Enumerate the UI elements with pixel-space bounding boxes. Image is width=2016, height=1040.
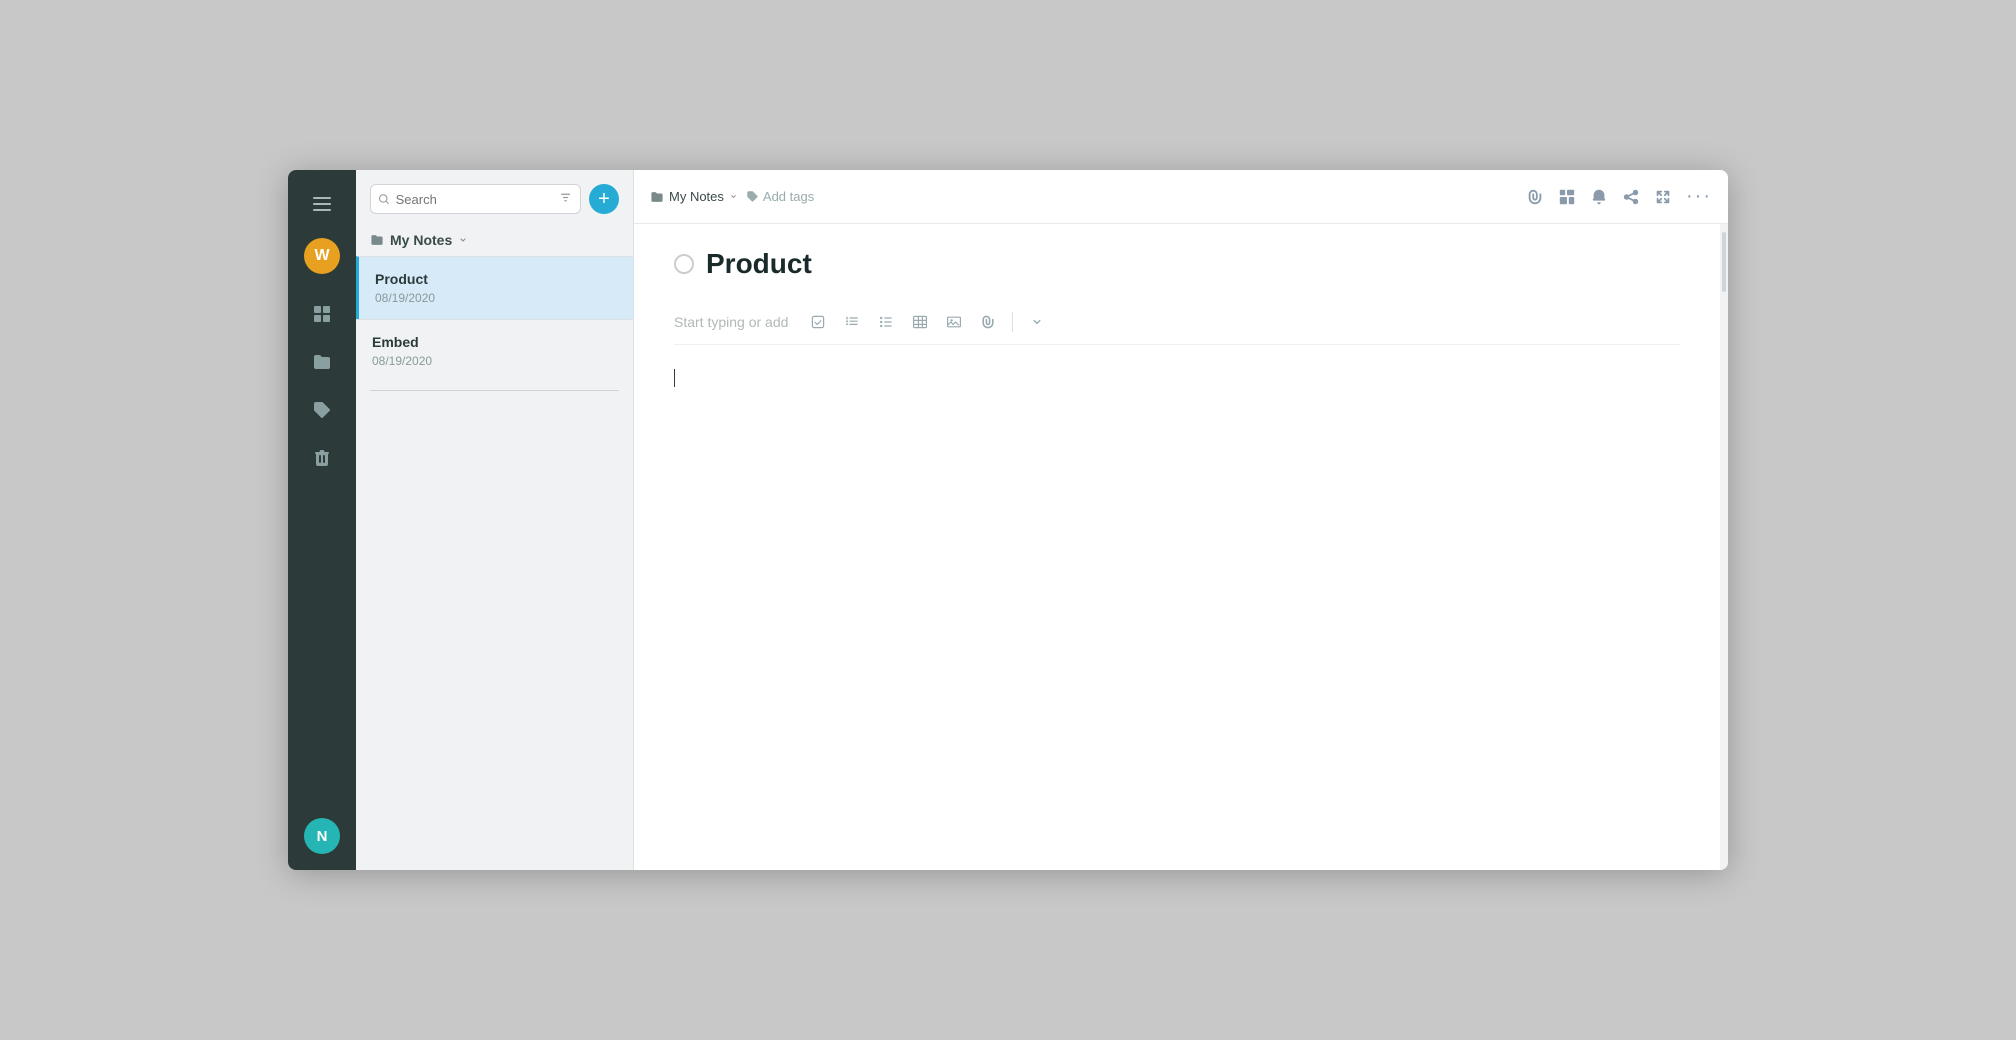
sidebar-item-tags[interactable] — [302, 390, 342, 430]
image-toolbar-btn[interactable] — [940, 308, 968, 336]
notifications-button[interactable] — [1590, 188, 1608, 206]
attachment-icon — [980, 314, 996, 330]
add-note-button[interactable]: + — [589, 184, 619, 214]
search-box[interactable] — [370, 184, 581, 214]
folder-name: My Notes — [390, 232, 452, 248]
app-window: W — [288, 170, 1728, 870]
folder-nav-icon — [312, 352, 332, 372]
checkbox-icon — [810, 314, 826, 330]
filter-icon[interactable] — [559, 191, 572, 207]
user-avatar[interactable]: N — [304, 818, 340, 854]
checkbox-toolbar-btn[interactable] — [804, 308, 832, 336]
workspace-avatar[interactable]: W — [304, 238, 340, 274]
tag-small-icon — [746, 190, 759, 203]
note-title-area: Product — [674, 248, 1680, 280]
editor-toolbar: Start typing or add 1. 2. — [674, 300, 1680, 345]
toolbar-separator — [1012, 312, 1013, 332]
editor-placeholder: Start typing or add — [674, 314, 788, 330]
attachment-button[interactable] — [1526, 188, 1544, 206]
trash-icon — [312, 448, 332, 468]
notes-divider — [370, 390, 619, 391]
sidebar-item-trash[interactable] — [302, 438, 342, 478]
note-main-title[interactable]: Product — [706, 248, 1680, 280]
sidebar-item-folder[interactable] — [302, 342, 342, 382]
image-icon — [946, 314, 962, 330]
search-input[interactable] — [396, 192, 553, 207]
sidebar-item-grid[interactable] — [302, 294, 342, 334]
editor-content[interactable]: Product Start typing or add — [634, 224, 1720, 870]
note-title: Product — [375, 271, 617, 287]
add-tags-button[interactable]: Add tags — [746, 189, 814, 204]
grid-view-button[interactable] — [1558, 188, 1576, 206]
note-item-embed[interactable]: Embed 08/19/2020 — [356, 319, 633, 382]
editor-body[interactable] — [674, 353, 1680, 653]
sidebar-nav: W — [288, 170, 356, 870]
expand-button[interactable] — [1654, 188, 1672, 206]
add-tags-label: Add tags — [763, 189, 814, 204]
note-title: Embed — [372, 334, 617, 350]
breadcrumb[interactable]: My Notes — [650, 189, 738, 204]
grid-icon — [312, 304, 332, 324]
unordered-list-icon — [878, 314, 894, 330]
nav-bottom: N — [304, 818, 340, 854]
search-icon — [379, 193, 390, 206]
breadcrumb-chevron-icon — [729, 192, 738, 201]
share-button[interactable] — [1622, 188, 1640, 206]
note-item-product[interactable]: Product 08/19/2020 — [356, 256, 633, 319]
unordered-list-toolbar-btn[interactable] — [872, 308, 900, 336]
ordered-list-toolbar-btn[interactable]: 1. 2. 3. — [838, 308, 866, 336]
notes-panel: + My Notes Product 08/19/2020 Embed 08/1… — [356, 170, 634, 870]
table-icon — [912, 314, 928, 330]
more-toolbar-btn[interactable] — [1023, 308, 1051, 336]
nav-top: W — [288, 186, 356, 482]
chevron-down-icon — [458, 235, 468, 245]
notes-panel-header: + — [356, 170, 633, 224]
chevron-down-toolbar-icon — [1030, 315, 1044, 329]
note-date: 08/19/2020 — [375, 291, 617, 305]
scrollbar-thumb[interactable] — [1722, 232, 1726, 292]
folder-icon — [370, 233, 384, 247]
editor-area: My Notes Add tags — [634, 170, 1728, 870]
note-status-circle[interactable] — [674, 254, 694, 274]
folder-header[interactable]: My Notes — [356, 224, 633, 256]
table-toolbar-btn[interactable] — [906, 308, 934, 336]
editor-topbar: My Notes Add tags — [634, 170, 1728, 224]
note-date: 08/19/2020 — [372, 354, 617, 368]
more-button[interactable]: ··· — [1686, 185, 1712, 208]
svg-text:3.: 3. — [846, 321, 849, 326]
text-cursor — [674, 369, 675, 387]
attachment-toolbar-btn[interactable] — [974, 308, 1002, 336]
topbar-actions: ··· — [1526, 185, 1712, 208]
tag-icon — [312, 400, 332, 420]
hamburger-button[interactable] — [304, 186, 340, 222]
ordered-list-icon: 1. 2. 3. — [844, 314, 860, 330]
breadcrumb-folder-name: My Notes — [669, 189, 724, 204]
scrollbar[interactable] — [1720, 224, 1728, 870]
breadcrumb-folder-icon — [650, 190, 664, 204]
